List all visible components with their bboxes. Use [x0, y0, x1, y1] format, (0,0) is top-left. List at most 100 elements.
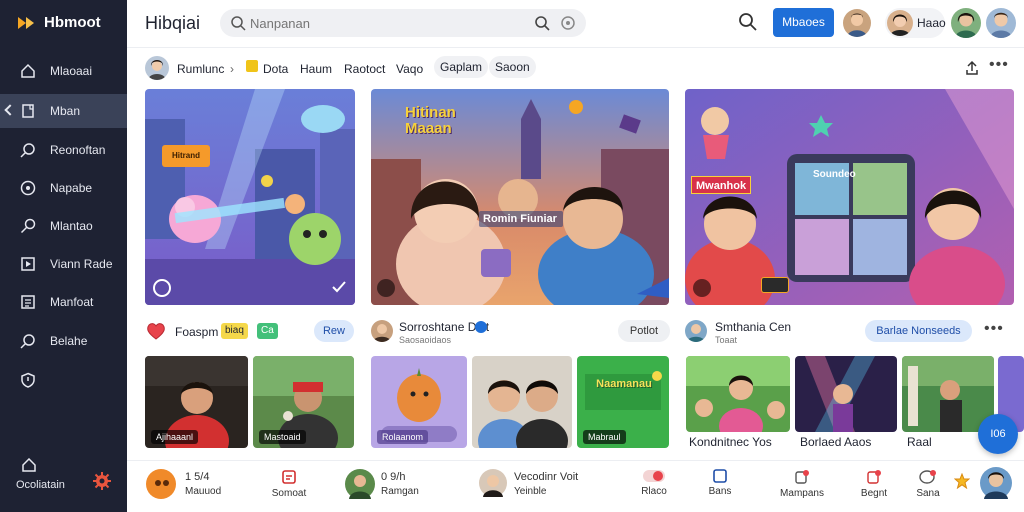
- sidebar-footer-label[interactable]: Ocoliatain: [16, 479, 65, 491]
- sidebar-item-main[interactable]: Mban: [0, 94, 127, 128]
- video-thumbnail[interactable]: Ajihaaanl: [145, 356, 248, 448]
- avatar[interactable]: [980, 467, 1012, 499]
- avatar[interactable]: [345, 469, 375, 499]
- sidebar-item-discover[interactable]: Belahe: [0, 324, 127, 358]
- sidebar-item-search[interactable]: Reonoftan: [0, 133, 127, 167]
- search-icon[interactable]: [738, 12, 758, 32]
- sidebar-item-list[interactable]: Manfoat: [0, 285, 127, 319]
- search-submit-icon[interactable]: [534, 15, 550, 31]
- stat-value: 0 9/h: [381, 471, 406, 483]
- video-thumbnail[interactable]: [472, 356, 572, 448]
- gear-icon[interactable]: [93, 472, 111, 490]
- avatar-image: [687, 324, 705, 342]
- sidebar-item-label: Manfoat: [50, 295, 94, 309]
- avatar-image: [148, 60, 166, 80]
- play-icon[interactable]: [377, 279, 395, 297]
- stat-label: Mauuod: [185, 486, 222, 497]
- toggle-icon: [643, 470, 665, 482]
- breadcrumb-item[interactable]: Vaqo: [396, 62, 423, 76]
- check-icon[interactable]: [331, 279, 347, 295]
- breadcrumb: Rumlunc › Dota Haum Raotoct Vaqo Gaplam …: [127, 52, 1024, 84]
- app-logo[interactable]: Hbmoot: [18, 14, 101, 31]
- avatar[interactable]: [371, 320, 393, 342]
- avatar: [887, 10, 913, 36]
- sidebar: Hbmoot Mlaoaai Mban Reonoftan Napabe Mla…: [0, 0, 127, 512]
- floating-action-button[interactable]: I06: [978, 414, 1018, 454]
- thumbnail-image: [795, 356, 897, 432]
- video-thumbnail[interactable]: Rolaanom: [371, 356, 467, 448]
- breadcrumb-item[interactable]: Raotoct: [344, 62, 385, 76]
- bottom-bar: 1 5/4 Mauuod Somoat 0 9/h Ramgan Vecodin…: [127, 460, 1024, 512]
- stat-label: Ramgan: [381, 486, 419, 497]
- thumbnail-title[interactable]: Kondnitnec Yos: [689, 435, 772, 449]
- settings-icon[interactable]: [560, 15, 576, 31]
- bottom-nav-item[interactable]: Sana: [913, 469, 943, 499]
- feature-card[interactable]: Hitinan Maaan Romin Fiuniar: [371, 89, 669, 305]
- search-input[interactable]: [250, 14, 520, 32]
- sidebar-item-video[interactable]: Viann Rade: [0, 247, 127, 281]
- thumbnail-image: [686, 356, 790, 432]
- card-badge: Hitrand: [162, 145, 210, 167]
- bottom-nav-label: Rlaco: [641, 486, 667, 497]
- avatar[interactable]: [479, 469, 507, 497]
- home-icon: [21, 63, 35, 78]
- thumbnail-caption: Mastoaid: [259, 430, 306, 444]
- home-icon[interactable]: [22, 458, 36, 472]
- avatar[interactable]: [951, 8, 981, 38]
- share-icon[interactable]: [964, 60, 980, 76]
- bottom-nav-label: Begnt: [860, 488, 888, 499]
- feature-card[interactable]: Mwanhok Soundeo: [685, 89, 1014, 305]
- filter-chip[interactable]: Saoon: [489, 56, 536, 78]
- card-action-button[interactable]: Rew: [314, 320, 354, 342]
- bottom-nav-item[interactable]: Somoat: [269, 469, 309, 499]
- heart-icon[interactable]: [145, 320, 167, 342]
- heart-outline-icon[interactable]: [153, 279, 171, 297]
- avatar[interactable]: [843, 9, 871, 37]
- play-icon[interactable]: [693, 279, 711, 297]
- sidebar-item-home[interactable]: Mlaoaai: [0, 54, 127, 88]
- video-thumbnail[interactable]: [795, 356, 897, 432]
- video-thumbnail[interactable]: [902, 356, 994, 432]
- video-thumbnail[interactable]: Naamanau Mabraul: [577, 356, 669, 448]
- sidebar-item-label: Mlaoaai: [50, 64, 93, 78]
- card-meta: Foaspm biaq Ca Rew: [145, 320, 355, 344]
- sidebar-item-explore[interactable]: Napabe: [0, 171, 127, 205]
- avatar[interactable]: [685, 320, 707, 342]
- card-meta: Smthania Cen Toaat Barlae Nonseeds •••: [685, 320, 1014, 348]
- breadcrumb-item[interactable]: Dota: [263, 62, 288, 76]
- more-options-icon[interactable]: •••: [984, 320, 1004, 338]
- pin-icon: [20, 218, 36, 234]
- bottom-nav-item[interactable]: Bans: [705, 469, 735, 497]
- more-options-icon[interactable]: •••: [989, 56, 1009, 74]
- video-thumbnail[interactable]: [686, 356, 790, 432]
- profile-pill[interactable]: Haao: [885, 8, 946, 38]
- avatar-image: [483, 475, 503, 497]
- avatar[interactable]: [986, 8, 1016, 38]
- card-action-button[interactable]: Barlae Nonseeds: [865, 320, 972, 342]
- thumbnail-title[interactable]: Borlaed Aaos: [800, 435, 871, 449]
- duration-badge: [761, 277, 789, 293]
- filter-chip[interactable]: Gaplam: [434, 56, 489, 78]
- sidebar-item-pins[interactable]: Mlantao: [0, 209, 127, 243]
- search-bar[interactable]: [220, 9, 586, 37]
- channel-avatar[interactable]: [145, 56, 169, 80]
- bottom-nav-item[interactable]: Rlaco: [639, 469, 669, 497]
- card-action-button[interactable]: Potlot: [618, 320, 670, 342]
- thumbnail-caption: Mabraul: [583, 430, 626, 444]
- video-thumbnail[interactable]: Mastoaid: [253, 356, 354, 448]
- avatar[interactable]: [146, 469, 176, 499]
- feature-card[interactable]: Hitrand: [145, 89, 355, 305]
- channel-name[interactable]: Rumlunc: [177, 62, 224, 76]
- sidebar-item-label: Belahe: [50, 334, 88, 348]
- star-icon[interactable]: [954, 473, 970, 489]
- bottom-nav-label: Somoat: [271, 488, 307, 499]
- bottom-nav-item[interactable]: Mampans: [775, 469, 829, 499]
- calendar-icon: [282, 470, 296, 484]
- primary-button[interactable]: Mbaoes: [773, 8, 834, 37]
- sidebar-item-shield[interactable]: [0, 363, 127, 397]
- bottom-nav-item[interactable]: Begnt: [859, 469, 889, 499]
- expand-icon[interactable]: [637, 274, 669, 298]
- thumbnail-title[interactable]: Raal: [907, 435, 932, 449]
- breadcrumb-item[interactable]: Haum: [300, 62, 332, 76]
- shield-icon: [21, 372, 35, 388]
